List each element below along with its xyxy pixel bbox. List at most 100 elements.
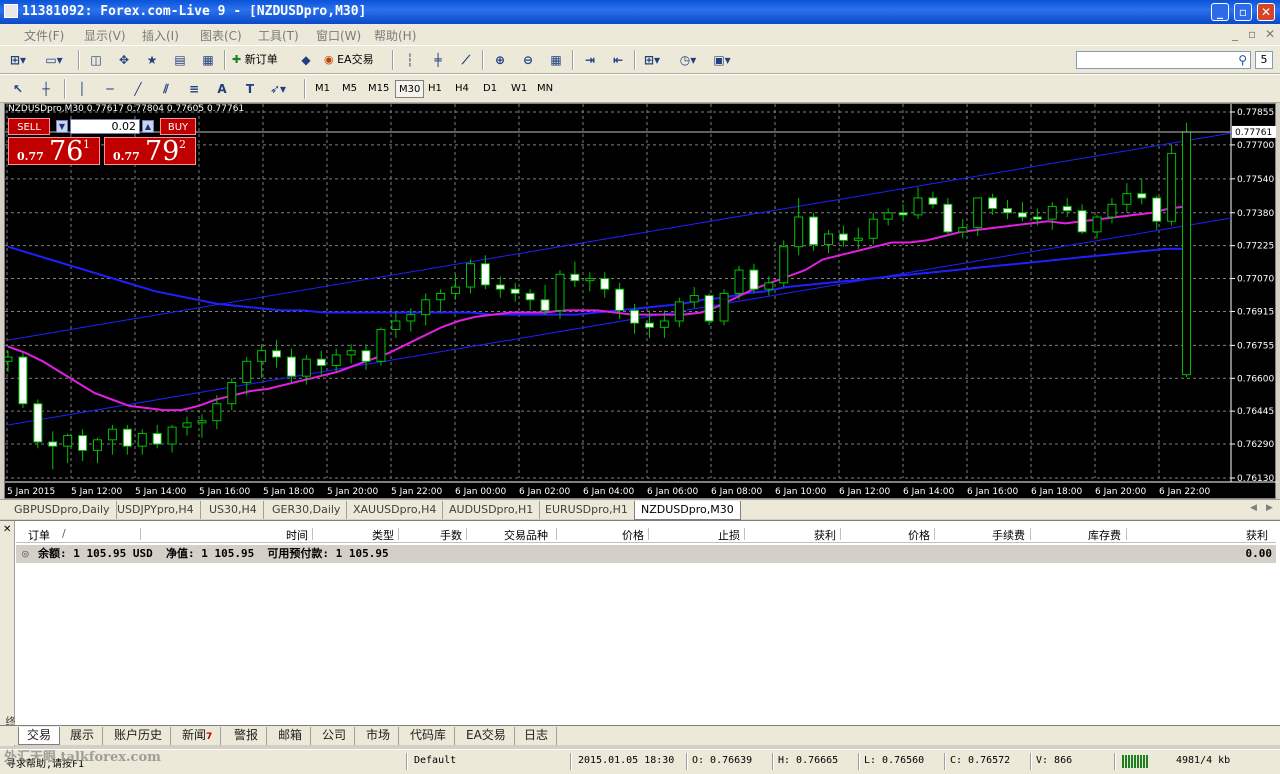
profiles-icon[interactable]: ▭▾ xyxy=(44,50,64,70)
terminal-close-icon[interactable]: ✕ xyxy=(3,524,11,535)
chart-tab[interactable]: GBPUSDpro,Daily xyxy=(8,501,117,519)
strategy-tester-icon[interactable]: ▦ xyxy=(198,50,218,70)
menu-help[interactable]: 帮助(H) xyxy=(374,27,416,44)
zoom-in-icon[interactable]: ⊕ xyxy=(490,50,510,70)
tab-market[interactable]: 市场 xyxy=(358,727,400,745)
autoscroll-icon[interactable]: ⇥ xyxy=(580,50,600,70)
menu-view[interactable]: 显示(V) xyxy=(84,27,126,44)
mdi-close-button[interactable]: ✕ xyxy=(1265,27,1275,41)
arrows-icon[interactable]: ➶▾ xyxy=(268,79,288,99)
candlestick-icon[interactable]: ╪ xyxy=(428,50,448,70)
tab-news[interactable]: 新闻7 xyxy=(174,727,222,745)
new-chart-icon[interactable]: ⊞▾ xyxy=(8,50,28,70)
zoom-out-icon[interactable]: ⊖ xyxy=(518,50,538,70)
tab-mailbox[interactable]: 邮箱 xyxy=(270,727,312,745)
chart-tab-active[interactable]: NZDUSDpro,M30 xyxy=(634,501,741,520)
chart-tab[interactable]: XAUUSDpro,H4 xyxy=(347,501,444,519)
col-symbol[interactable]: 交易品种 xyxy=(504,527,548,543)
tab-trade[interactable]: 交易 xyxy=(18,727,61,745)
tf-m1[interactable]: M1 xyxy=(312,80,333,98)
horizontal-line-icon[interactable]: ─ xyxy=(100,79,120,99)
navigator-icon[interactable]: ✥ xyxy=(114,50,134,70)
text-label-icon[interactable]: T xyxy=(240,79,260,99)
tf-m5[interactable]: M5 xyxy=(339,80,360,98)
sell-button[interactable]: SELL xyxy=(8,118,50,135)
col-stop-loss[interactable]: 止损 xyxy=(718,527,740,543)
bar-chart-icon[interactable]: ┆ xyxy=(400,50,420,70)
search-count-badge[interactable]: 5 xyxy=(1255,51,1273,69)
minimize-button[interactable]: _ xyxy=(1211,3,1229,21)
chart-tab[interactable]: USDJPYpro,H4 xyxy=(111,501,201,519)
favorites-icon[interactable]: ★ xyxy=(142,50,162,70)
tf-m30[interactable]: M30 xyxy=(395,80,425,98)
cursor-icon[interactable]: ↖ xyxy=(8,79,28,99)
ea-trading-button[interactable]: ◉ EA交易 xyxy=(324,50,374,70)
lot-size-input[interactable]: 0.02 xyxy=(70,119,140,134)
candle-body xyxy=(898,212,908,216)
line-chart-icon[interactable]: ⟋ xyxy=(456,50,476,70)
new-order-button[interactable]: ✚ 新订单 xyxy=(232,50,278,70)
lot-increase-button[interactable]: ▲ xyxy=(142,120,154,133)
buy-button[interactable]: BUY xyxy=(160,118,196,135)
tf-h4[interactable]: H4 xyxy=(452,80,472,98)
menu-charts[interactable]: 图表(C) xyxy=(200,27,242,44)
trendline-icon[interactable]: ╱ xyxy=(128,79,148,99)
fibonacci-icon[interactable]: ≡ xyxy=(184,79,204,99)
menu-tools[interactable]: 工具(T) xyxy=(258,27,299,44)
close-button[interactable]: ✕ xyxy=(1257,3,1275,21)
sell-price-box[interactable]: 0.77 76 1 xyxy=(8,136,100,167)
menu-insert[interactable]: 插入(I) xyxy=(142,27,179,44)
tf-w1[interactable]: W1 xyxy=(508,80,530,98)
chart-tab[interactable]: US30,H4 xyxy=(203,501,264,519)
candle-body xyxy=(48,441,58,447)
lot-decrease-button[interactable]: ▼ xyxy=(56,120,68,133)
market-watch-icon[interactable]: ◫ xyxy=(86,50,106,70)
tab-account-history[interactable]: 账户历史 xyxy=(106,727,172,745)
tab-journal[interactable]: 日志 xyxy=(516,727,558,745)
vertical-line-icon[interactable]: │ xyxy=(72,79,92,99)
chart-shift-icon[interactable]: ⇤ xyxy=(608,50,628,70)
tf-mn[interactable]: MN xyxy=(534,80,556,98)
candle-body xyxy=(1032,216,1042,220)
tab-experts[interactable]: EA交易 xyxy=(458,727,515,745)
tile-windows-icon[interactable]: ▦ xyxy=(546,50,566,70)
tab-code-base[interactable]: 代码库 xyxy=(402,727,456,745)
chart-tab[interactable]: GER30,Daily xyxy=(266,501,348,519)
equidistant-channel-icon[interactable]: ⫽ xyxy=(156,79,176,99)
meta-editor-icon[interactable]: ◆ xyxy=(296,50,316,70)
buy-price-box[interactable]: 0.77 79 2 xyxy=(104,136,196,167)
maximize-button[interactable]: ▫ xyxy=(1234,3,1252,21)
col-current-price[interactable]: 价格 xyxy=(908,527,930,543)
tab-scroll-right-icon[interactable]: ▶ xyxy=(1266,503,1273,513)
crosshair-icon[interactable]: ┼ xyxy=(36,79,56,99)
col-profit[interactable]: 获利 xyxy=(1246,527,1268,543)
tab-exposure[interactable]: 展示 xyxy=(62,727,104,745)
chart-tab[interactable]: AUDUSDpro,H1 xyxy=(443,501,541,519)
mdi-minimize-button[interactable]: _ xyxy=(1232,27,1238,41)
col-lots[interactable]: 手数 xyxy=(440,527,462,543)
col-take-profit[interactable]: 获利 xyxy=(814,527,836,543)
col-commission[interactable]: 手续费 xyxy=(992,527,1025,543)
indicators-icon[interactable]: ⊞▾ xyxy=(642,50,662,70)
col-time[interactable]: 时间 xyxy=(286,527,308,543)
col-order[interactable]: 订单 xyxy=(28,527,50,543)
tf-h1[interactable]: H1 xyxy=(425,80,445,98)
search-input[interactable]: ⚲ xyxy=(1076,51,1251,69)
balance-row[interactable]: ◎ 余额: 1 105.95 USD 净值: 1 105.95 可用预付款: 1… xyxy=(16,545,1276,563)
tf-d1[interactable]: D1 xyxy=(480,80,500,98)
data-window-icon[interactable]: ▤ xyxy=(170,50,190,70)
templates-icon[interactable]: ▣▾ xyxy=(712,50,732,70)
tab-scroll-left-icon[interactable]: ◀ xyxy=(1250,503,1257,513)
tab-company[interactable]: 公司 xyxy=(314,727,356,745)
col-swap[interactable]: 库存费 xyxy=(1088,527,1121,543)
col-price[interactable]: 价格 xyxy=(622,527,644,543)
tab-alerts[interactable]: 警报 xyxy=(226,727,268,745)
menu-window[interactable]: 窗口(W) xyxy=(316,27,361,44)
text-icon[interactable]: A xyxy=(212,79,232,99)
periods-icon[interactable]: ◷▾ xyxy=(678,50,698,70)
col-type[interactable]: 类型 xyxy=(372,527,394,543)
mdi-restore-button[interactable]: ▫ xyxy=(1248,27,1256,41)
chart-tab[interactable]: EURUSDpro,H1 xyxy=(539,501,635,519)
tf-m15[interactable]: M15 xyxy=(365,80,392,98)
menu-file[interactable]: 文件(F) xyxy=(24,27,64,44)
